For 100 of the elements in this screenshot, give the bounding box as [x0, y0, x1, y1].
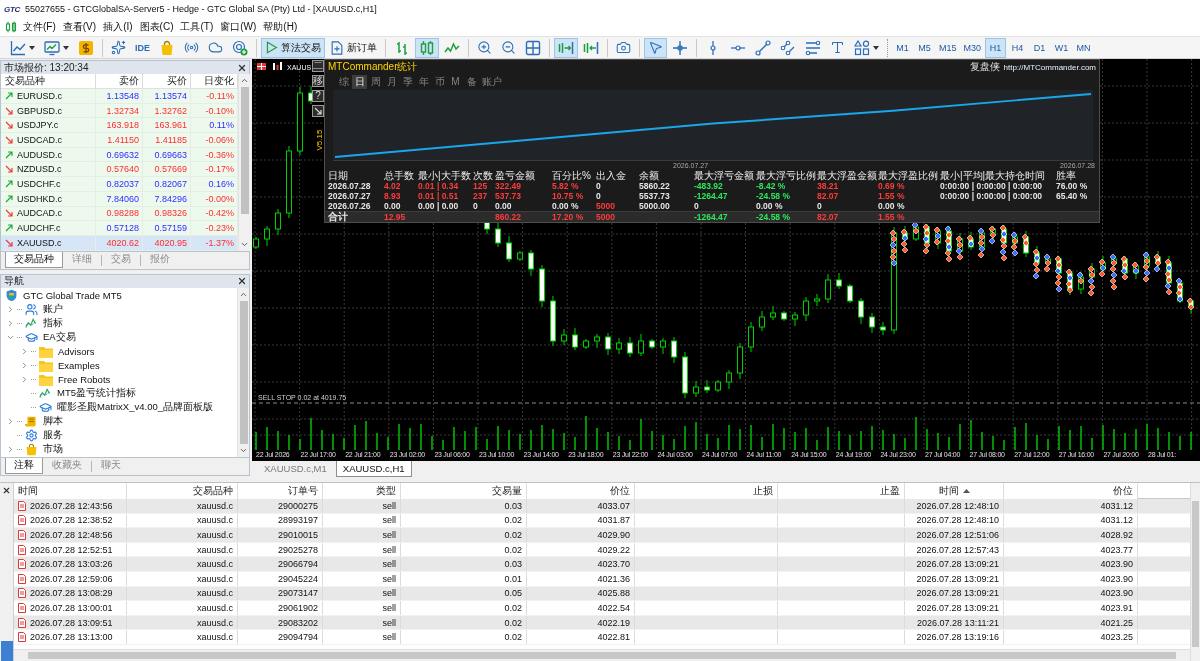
quote-row[interactable]: USDCHF.c 0.82037 0.82067 0.16% [1, 177, 238, 192]
column-header[interactable]: 订单号 [238, 483, 323, 499]
ask-price: 4020.95 [154, 237, 187, 248]
timeframe-button[interactable]: D1 [1029, 37, 1051, 58]
column-header[interactable]: 交易品种 [5, 74, 45, 88]
panel-button[interactable]: 移 [312, 75, 324, 87]
tree-item[interactable]: Advisors [58, 346, 95, 358]
scrollbar[interactable] [238, 74, 250, 251]
period-tab[interactable]: 日 [352, 74, 367, 89]
period-tab[interactable]: 年 [416, 74, 431, 89]
scrollbar-thumb[interactable] [239, 300, 248, 444]
tree-item[interactable]: MT5盈亏统计指标 [57, 387, 136, 401]
order-row[interactable]: 2026.07.28 12:43:56 xauusd.c 29000275 sell 0.03 4033.07 2026.07.28 12:48:10 4031.12 [14, 499, 1190, 514]
tree-item[interactable]: 曜影圣殿MatrixX_v4.00_品牌面板版 [57, 401, 213, 415]
chevron-right-icon[interactable] [6, 305, 15, 315]
column-header[interactable]: 时间 [905, 483, 1004, 499]
period-tab[interactable]: 备 [464, 74, 479, 89]
chevron-up-icon[interactable] [240, 76, 249, 85]
quote-row[interactable]: EURUSD.c 1.13548 1.13574 -0.11% [1, 89, 238, 104]
chevron-right-icon[interactable] [20, 375, 29, 385]
timeframe-button[interactable]: M15 [936, 37, 960, 58]
period-tab[interactable]: 综 [336, 74, 351, 89]
column-header[interactable]: 交易品种 [127, 483, 238, 499]
chart-tab[interactable]: XAUUSD.c,M1 [257, 461, 334, 477]
column-header[interactable]: 价位 [527, 483, 635, 499]
chart-tab[interactable]: XAUUSD.c,H1 [335, 461, 412, 477]
tree-item[interactable]: Free Robots [58, 374, 111, 386]
cursor-button[interactable] [644, 37, 667, 58]
column-header[interactable]: 交易量 [401, 483, 527, 499]
chevron-right-icon[interactable] [6, 417, 15, 427]
scrollbar[interactable] [237, 287, 249, 457]
tree-item[interactable]: 账户 [43, 303, 63, 317]
menu-item[interactable]: 图表(C) [136, 18, 177, 36]
chevron-right-icon[interactable] [20, 347, 29, 357]
menu-item[interactable]: 窗口(W) [217, 18, 260, 36]
close-icon[interactable] [2, 486, 11, 495]
ide-button[interactable]: IDE [131, 37, 154, 58]
column-header[interactable]: 日变化 [204, 74, 234, 88]
menu-item[interactable]: 工具(T) [177, 18, 217, 36]
order-row[interactable]: 2026.07.28 13:13:00 xauusd.c 29094794 sell 0.02 4022.81 2026.07.28 13:19:16 4023.25 [14, 630, 1190, 645]
scrollbar-thumb[interactable] [1192, 501, 1199, 647]
tree-item[interactable]: GTC Global Trade MT5 [23, 290, 122, 302]
sort-ascending-icon [962, 489, 970, 493]
panel-button[interactable]: ? [312, 90, 324, 102]
timeframe-button[interactable]: M1 [892, 37, 913, 58]
timeframe-button[interactable]: M30 [960, 37, 985, 58]
quote-row[interactable]: AUDCHF.c 0.57128 0.57159 -0.23% [1, 221, 238, 236]
auto-scroll-button[interactable] [554, 37, 578, 58]
chevron-right-icon[interactable] [20, 361, 29, 371]
quote-row[interactable]: USDJPY.c 163.918 163.961 0.11% [1, 118, 238, 134]
new-order-button[interactable]: 新订单 [326, 37, 381, 58]
tree-item[interactable]: 指标 [43, 317, 63, 331]
period-tab[interactable]: 季 [400, 74, 415, 89]
website-link[interactable]: http://MTCommander.com [1003, 62, 1096, 72]
panel-tab[interactable]: 注释 [5, 457, 43, 474]
timeframe-button[interactable]: MN [1073, 37, 1095, 58]
period-tab[interactable]: M [448, 74, 463, 89]
close-icon[interactable] [237, 62, 247, 73]
tree-item[interactable]: EA交易 [43, 331, 76, 345]
scrollbar[interactable] [1190, 483, 1200, 661]
timeframe-button[interactable]: W1 [1051, 37, 1073, 58]
column-header[interactable]: 止损 [635, 483, 778, 499]
timeframe-button[interactable]: H1 [985, 37, 1007, 58]
bars-icon[interactable] [273, 62, 282, 70]
column-header[interactable]: 类型 [323, 483, 401, 499]
panel-button[interactable] [312, 105, 324, 117]
menu-item[interactable]: 文件(F) [20, 18, 59, 36]
order-row[interactable]: 2026.07.28 12:48:56 xauusd.c 29010015 sell 0.02 4029.90 2026.07.28 12:51:06 4028.92 [14, 528, 1190, 543]
quote-row[interactable]: NZDUSD.c 0.57640 0.57669 -0.17% [1, 162, 238, 178]
chevron-right-icon[interactable] [6, 319, 15, 329]
period-tab[interactable]: 币 [432, 74, 447, 89]
tree-item[interactable]: 脚本 [43, 415, 63, 429]
scrollbar[interactable] [14, 649, 1190, 661]
tree-item[interactable]: 市场 [43, 443, 63, 457]
scrollbar-thumb[interactable] [28, 652, 1176, 659]
tree-item[interactable]: 服务 [43, 429, 63, 443]
menu-item[interactable]: 帮助(H) [260, 18, 301, 36]
period-tab[interactable]: 周 [368, 74, 383, 89]
toolbox-tab[interactable] [0, 641, 13, 661]
column-header[interactable]: 买价 [167, 74, 187, 88]
candlestick-button[interactable] [415, 37, 439, 58]
panel-button[interactable]: 二 [312, 60, 324, 72]
tree-item[interactable]: Examples [58, 360, 100, 372]
chevron-right-icon[interactable] [6, 445, 15, 455]
timeframe-button[interactable]: M5 [914, 37, 935, 58]
scrollbar-thumb[interactable] [240, 87, 249, 215]
column-header[interactable]: 价位 [1004, 483, 1138, 499]
period-tab[interactable]: 账户 [480, 74, 504, 89]
table-icon[interactable] [256, 62, 267, 71]
timeframe-button[interactable]: H4 [1007, 37, 1029, 58]
close-icon[interactable] [237, 276, 247, 287]
panel-tab[interactable]: 交易品种 [5, 251, 63, 268]
order-row[interactable]: 2026.07.28 13:03:26 xauusd.c 29066794 sell 0.03 4023.70 2026.07.28 13:09:21 4023.90 [14, 557, 1190, 572]
period-tab[interactable]: 月 [384, 74, 399, 89]
quote-row[interactable]: USDCAD.c 1.41150 1.41185 -0.06% [1, 133, 238, 148]
column-header[interactable]: 止盈 [778, 483, 905, 499]
menu-item[interactable]: 查看(V) [59, 18, 100, 36]
menu-item[interactable]: 插入(I) [100, 18, 136, 36]
column-header[interactable]: 卖价 [119, 74, 139, 88]
algo-trading-button[interactable]: 算法交易 [261, 37, 325, 58]
